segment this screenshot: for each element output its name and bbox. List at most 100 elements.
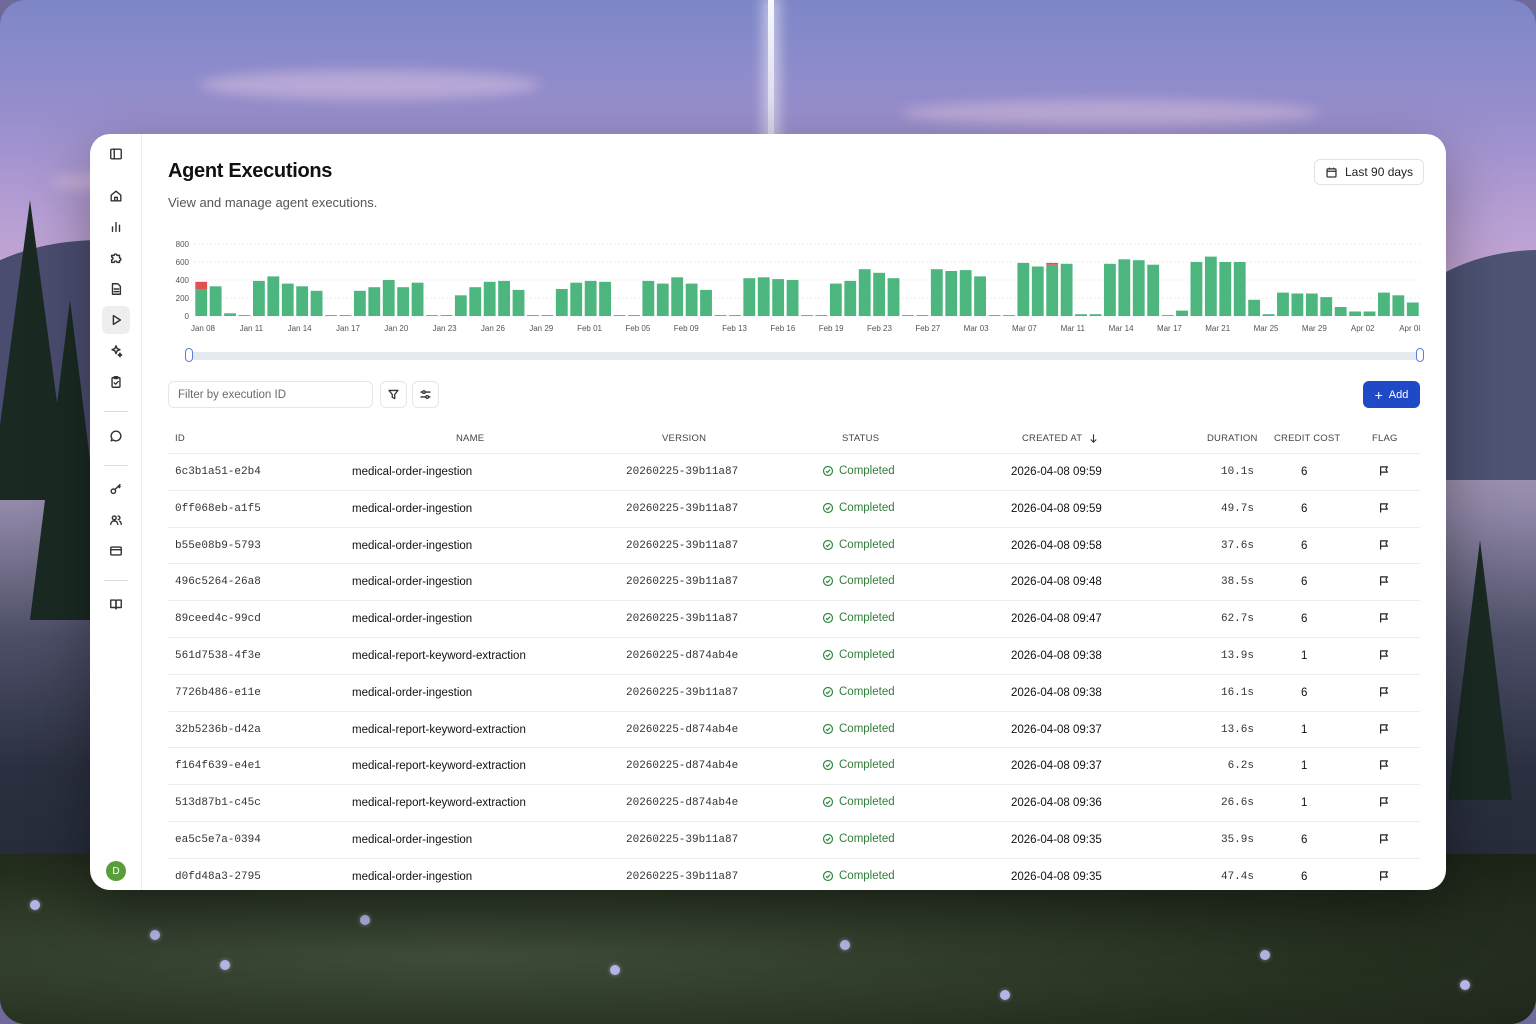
flag-button[interactable] bbox=[1378, 870, 1390, 885]
table-row[interactable]: d0fd48a3-2795 medical-order-ingestion 20… bbox=[168, 859, 1420, 890]
clipboard-icon[interactable] bbox=[102, 368, 130, 396]
table-row[interactable]: ea5c5e7a-0394 medical-order-ingestion 20… bbox=[168, 822, 1420, 859]
credit-cost: 1 bbox=[1301, 723, 1308, 736]
chart-icon[interactable] bbox=[102, 213, 130, 241]
table-row[interactable]: 513d87b1-c45c medical-report-keyword-ext… bbox=[168, 785, 1420, 822]
user-avatar[interactable]: D bbox=[106, 861, 126, 881]
column-header-version[interactable]: VERSION bbox=[662, 433, 706, 444]
table-row[interactable]: 7726b486-e11e medical-order-ingestion 20… bbox=[168, 675, 1420, 712]
credit-cost: 6 bbox=[1301, 576, 1308, 589]
table-row[interactable]: f164f639-e4e1 medical-report-keyword-ext… bbox=[168, 748, 1420, 786]
home-icon[interactable] bbox=[102, 182, 130, 210]
table-row[interactable]: 0ff068eb-a1f5 medical-order-ingestion 20… bbox=[168, 491, 1420, 528]
users-icon[interactable] bbox=[102, 506, 130, 534]
column-header-flag[interactable]: FLAG bbox=[1372, 433, 1398, 444]
flag-button[interactable] bbox=[1378, 686, 1390, 701]
x-tick-label: Feb 05 bbox=[625, 324, 650, 333]
filter-button[interactable] bbox=[380, 381, 407, 408]
key-icon[interactable] bbox=[102, 475, 130, 503]
execution-id[interactable]: ea5c5e7a-0394 bbox=[175, 834, 261, 846]
add-button[interactable]: + Add bbox=[1363, 381, 1420, 408]
bar-success bbox=[1132, 260, 1145, 316]
flag-button[interactable] bbox=[1378, 575, 1390, 590]
y-tick-label: 200 bbox=[176, 294, 190, 303]
table-row[interactable]: 89ceed4c-99cd medical-order-ingestion 20… bbox=[168, 601, 1420, 638]
execution-id[interactable]: 496c5264-26a8 bbox=[175, 576, 261, 588]
cloud bbox=[900, 100, 1320, 126]
add-button-label: Add bbox=[1388, 388, 1409, 401]
execution-id[interactable]: 32b5236b-d42a bbox=[175, 724, 261, 736]
bar-success bbox=[296, 286, 309, 316]
column-header-name[interactable]: NAME bbox=[456, 433, 484, 444]
puzzle-icon[interactable] bbox=[102, 244, 130, 272]
bar-success bbox=[599, 281, 611, 316]
column-header-credit-cost[interactable]: CREDIT COST bbox=[1274, 433, 1340, 444]
bar-success bbox=[483, 281, 496, 316]
column-header-duration[interactable]: DURATION bbox=[1207, 433, 1258, 444]
table-row[interactable]: 496c5264-26a8 medical-order-ingestion 20… bbox=[168, 564, 1420, 602]
flag-button[interactable] bbox=[1378, 759, 1390, 774]
flag-button[interactable] bbox=[1378, 833, 1390, 848]
status-label: Completed bbox=[839, 575, 895, 588]
page-subtitle: View and manage agent executions. bbox=[168, 195, 378, 210]
sidebar-toggle-icon[interactable] bbox=[102, 140, 130, 168]
flag-button[interactable] bbox=[1378, 612, 1390, 627]
bar-success bbox=[757, 277, 770, 316]
agent-name: medical-order-ingestion bbox=[352, 833, 473, 846]
execution-id-filter-input[interactable] bbox=[168, 381, 373, 408]
range-end-handle[interactable] bbox=[1416, 348, 1424, 362]
document-icon[interactable] bbox=[102, 275, 130, 303]
bar-success bbox=[397, 287, 410, 316]
x-tick-label: Apr 02 bbox=[1351, 324, 1375, 333]
bar-success bbox=[1204, 256, 1217, 316]
plus-icon: + bbox=[1374, 386, 1383, 403]
column-header-created-at[interactable]: CREATED AT bbox=[1022, 433, 1099, 444]
execution-id[interactable]: b55e08b9-5793 bbox=[175, 540, 261, 552]
status-badge: Completed bbox=[822, 612, 895, 624]
created-at: 2026-04-08 09:35 bbox=[1011, 870, 1102, 883]
view-options-button[interactable] bbox=[412, 381, 439, 408]
execution-id[interactable]: 0ff068eb-a1f5 bbox=[175, 503, 261, 515]
table-row[interactable]: 32b5236b-d42a medical-report-keyword-ext… bbox=[168, 712, 1420, 749]
x-tick-label: Jan 20 bbox=[384, 324, 409, 333]
duration: 47.4s bbox=[1220, 870, 1254, 883]
bar-success bbox=[527, 315, 539, 316]
duration: 16.1s bbox=[1220, 686, 1254, 699]
date-range-label: Last 90 days bbox=[1345, 165, 1414, 179]
table-row[interactable]: b55e08b9-5793 medical-order-ingestion 20… bbox=[168, 528, 1420, 565]
execution-id[interactable]: 7726b486-e11e bbox=[175, 687, 261, 699]
execution-id[interactable]: d0fd48a3-2795 bbox=[175, 871, 261, 883]
flag-button[interactable] bbox=[1378, 796, 1390, 811]
cloud bbox=[200, 70, 540, 100]
x-tick-label: Apr 08 bbox=[1399, 324, 1420, 333]
table-body: 6c3b1a51-e2b4 medical-order-ingestion 20… bbox=[168, 454, 1420, 890]
execution-id[interactable]: 89ceed4c-99cd bbox=[175, 613, 261, 625]
column-header-status[interactable]: STATUS bbox=[842, 433, 879, 444]
bar-success bbox=[1161, 315, 1174, 316]
execution-id[interactable]: 561d7538-4f3e bbox=[175, 650, 261, 662]
executions-chart: 0 200 400 600 800 Jan 08 Jan 11 Jan 14 Jan 17 Jan… bbox=[168, 234, 1424, 344]
flag-button[interactable] bbox=[1378, 723, 1390, 738]
table-row[interactable]: 561d7538-4f3e medical-report-keyword-ext… bbox=[168, 638, 1420, 675]
chart-range-slider[interactable] bbox=[186, 352, 1418, 360]
flag-button[interactable] bbox=[1378, 465, 1390, 480]
range-start-handle[interactable] bbox=[185, 348, 193, 362]
execution-id[interactable]: 513d87b1-c45c bbox=[175, 797, 261, 809]
flag-button[interactable] bbox=[1378, 502, 1390, 517]
flag-button[interactable] bbox=[1378, 539, 1390, 554]
table-row[interactable]: 6c3b1a51-e2b4 medical-order-ingestion 20… bbox=[168, 454, 1420, 491]
bar-success bbox=[426, 315, 438, 316]
book-icon[interactable] bbox=[102, 590, 130, 618]
chat-icon[interactable] bbox=[102, 422, 130, 450]
sparkles-icon[interactable] bbox=[102, 337, 130, 365]
flag-button[interactable] bbox=[1378, 649, 1390, 664]
flag-icon bbox=[1380, 576, 1388, 586]
credit-card-icon[interactable] bbox=[102, 537, 130, 565]
bar-success bbox=[1089, 314, 1102, 316]
date-range-button[interactable]: Last 90 days bbox=[1314, 159, 1425, 185]
execution-id[interactable]: 6c3b1a51-e2b4 bbox=[175, 466, 261, 478]
play-icon[interactable] bbox=[102, 306, 130, 334]
execution-id[interactable]: f164f639-e4e1 bbox=[175, 760, 261, 772]
column-header-id[interactable]: ID bbox=[175, 433, 185, 444]
agent-name: medical-order-ingestion bbox=[352, 466, 473, 478]
